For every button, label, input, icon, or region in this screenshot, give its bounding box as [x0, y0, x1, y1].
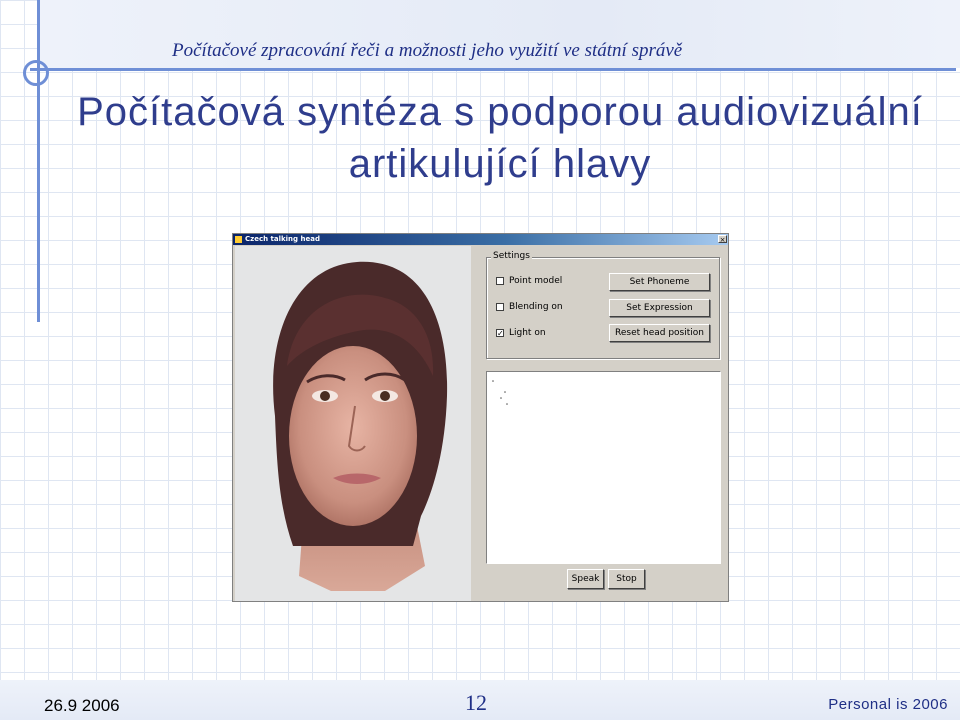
blending-on-label: Blending on: [509, 302, 563, 312]
blending-on-option[interactable]: Blending on: [496, 301, 563, 313]
slide-title: Počítačová syntéza s podporou audiovizuá…: [40, 86, 960, 190]
blending-on-checkbox[interactable]: [496, 303, 504, 311]
window-titlebar[interactable]: Czech talking head ×: [233, 234, 728, 245]
header-subtitle: Počítačové zpracování řeči a možnosti je…: [172, 40, 683, 61]
set-expression-button[interactable]: Set Expression: [609, 299, 710, 317]
app-icon: [235, 236, 242, 243]
set-phoneme-button[interactable]: Set Phoneme: [609, 273, 710, 291]
slide-title-line-1: Počítačová syntéza s podporou audiovizuá…: [77, 90, 923, 134]
point-model-checkbox[interactable]: [496, 277, 504, 285]
close-button[interactable]: ×: [718, 235, 727, 244]
window-title: Czech talking head: [245, 235, 320, 243]
light-on-checkbox[interactable]: ✓: [496, 329, 504, 338]
point-model-option[interactable]: Point model: [496, 275, 562, 287]
talking-head-window: Czech talking head × Settings Point mode…: [232, 233, 729, 602]
output-text-marks: [492, 380, 508, 405]
output-text-area[interactable]: [486, 371, 721, 564]
stop-button[interactable]: Stop: [608, 569, 645, 589]
footer-date: 26.9 2006: [44, 696, 120, 715]
light-on-label: Light on: [509, 328, 546, 338]
header-rule: [30, 68, 956, 71]
talking-head-face-image: [273, 261, 448, 591]
settings-group: Settings Point model Blending on ✓ Light…: [486, 251, 720, 359]
circle-ornament: [23, 60, 49, 86]
page-number: 12: [465, 690, 487, 715]
settings-label: Settings: [491, 251, 532, 261]
speak-button[interactable]: Speak: [567, 569, 604, 589]
slide-title-line-2: artikulující hlavy: [348, 142, 652, 186]
talking-head-viewport[interactable]: [235, 246, 471, 601]
point-model-label: Point model: [509, 276, 563, 286]
light-on-option[interactable]: ✓ Light on: [496, 327, 546, 339]
footer-event: Personal is 2006: [828, 696, 948, 713]
reset-head-position-button[interactable]: Reset head position: [609, 324, 710, 342]
